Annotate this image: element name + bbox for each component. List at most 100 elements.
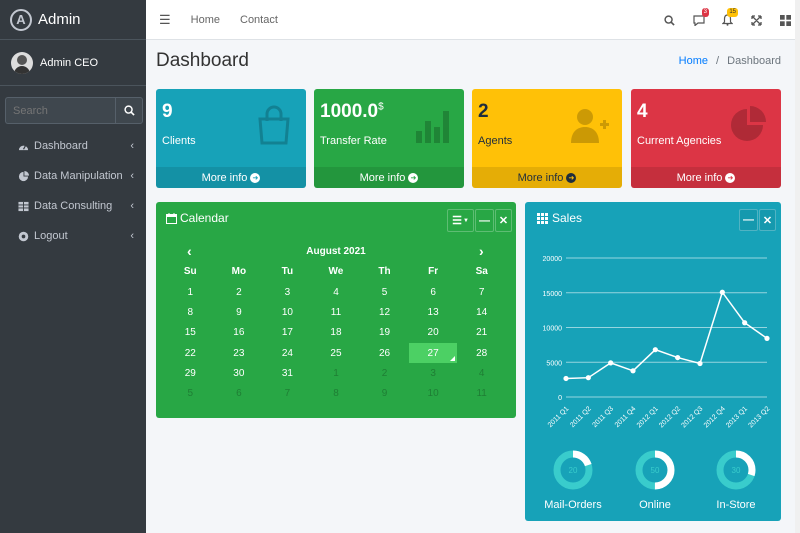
navbar-search-button[interactable] [655,10,684,30]
calendar-day[interactable]: 3 [409,363,458,383]
calendar-day[interactable]: 21 [457,323,506,343]
x-tick-label: 2011 Q3 [592,405,616,429]
fullscreen-button[interactable] [742,10,771,30]
sales-remove-button[interactable]: ✕ [759,209,776,231]
calendar-day[interactable]: 22 [166,343,215,363]
calendar-day[interactable]: 3 [263,282,312,302]
data-point [563,375,569,382]
breadcrumb-home[interactable]: Home [679,55,708,67]
calendar-day[interactable]: 10 [409,383,458,403]
calendar-day[interactable]: 6 [215,383,264,403]
pie-chart-icon [18,170,29,181]
calendar-day[interactable]: 9 [215,302,264,322]
calendar-day[interactable]: 12 [360,302,409,322]
calendar-day[interactable]: 2 [360,363,409,383]
notifications-button[interactable]: 15 [713,8,742,30]
calendar-day[interactable]: 25 [312,343,361,363]
collapse-button[interactable]: — [475,209,494,232]
sidebar-item-logout[interactable]: Logout ‹ [0,221,146,251]
calendar-day[interactable]: 11 [312,302,361,322]
data-point [630,368,636,374]
calendar-day[interactable]: 29 [166,363,215,383]
user-plus-icon [571,109,609,143]
data-point [742,320,748,326]
user-name: Admin CEO [40,56,99,69]
search-input[interactable] [5,97,115,124]
sidebar-item-data-manipulation[interactable]: Data Manipulation ‹ [0,161,146,191]
donut-knob[interactable]: 50 [635,450,675,490]
calendar-day[interactable]: 10 [263,302,312,322]
calendar-day[interactable]: 11 [457,383,506,403]
calendar-day[interactable]: 31 [263,363,312,383]
more-info-link[interactable]: More info ➜ [472,167,622,188]
data-point [652,347,658,353]
calendar-day[interactable]: 4 [312,282,361,302]
brand-name: Admin [38,11,81,28]
user-panel[interactable]: Admin CEO [0,40,146,86]
x-tick-label: 2013 Q1 [725,405,749,429]
hamburger-menu-icon[interactable]: ☰ [159,12,171,28]
today-marker [450,356,456,362]
brand[interactable]: A Admin [0,0,146,40]
donut-label: Online [639,499,671,511]
calendar-day[interactable]: 1 [166,282,215,302]
chevron-left-icon: ‹ [130,170,134,182]
scrollbar[interactable] [795,0,800,533]
calendar-day[interactable]: 4 [457,363,506,383]
calendar-day[interactable]: 7 [263,383,312,403]
calendar-day[interactable]: 8 [312,383,361,403]
arrow-circle-right-icon: ➜ [566,172,577,183]
donut-value: 30 [732,466,741,475]
small-box-agents: 2 Agents More info ➜ [472,89,622,188]
calendar-day[interactable]: 27 [408,342,458,364]
calendar-day[interactable]: 15 [166,323,215,343]
calendar-day[interactable]: 6 [409,282,458,302]
nav-link-contact[interactable]: Contact [240,14,278,26]
calendar-day[interactable]: 14 [457,302,506,322]
nav-link-home[interactable]: Home [191,14,220,26]
calendar-day[interactable]: 20 [409,323,458,343]
calendar-day[interactable]: 28 [457,343,506,363]
calendar-day[interactable]: 2 [215,282,264,302]
more-info-link[interactable]: More info ➜ [156,167,306,188]
calendar-week: 15 16 17 18 19 20 21 [166,323,506,343]
calendar-day[interactable]: 30 [215,363,264,383]
more-info-link[interactable]: More info ➜ [314,167,464,188]
sales-collapse-button[interactable]: — [739,209,758,231]
calendar-day[interactable]: 9 [360,383,409,403]
calendar-day[interactable]: 24 [263,343,312,363]
calendar-day[interactable]: 17 [263,323,312,343]
calendar-day[interactable]: 5 [360,282,409,302]
sidebar-item-data-consulting[interactable]: Data Consulting ‹ [0,191,146,221]
chevron-right-icon: › [479,243,484,259]
top-navbar: ☰ Home Contact 3 15 [146,0,800,40]
dashboard-icon [18,144,29,150]
donut-knob[interactable]: 30 [716,450,756,490]
calendar-day[interactable]: 16 [215,323,264,343]
calendar-menu-button[interactable]: ☰ ▼ [447,209,474,232]
calendar-day[interactable]: 8 [166,302,215,322]
calendar-day[interactable]: 26 [360,343,409,363]
calendar-day[interactable]: 1 [312,363,361,383]
x-tick-label: 2012 Q2 [658,405,682,429]
remove-button[interactable]: ✕ [495,209,512,232]
sales-line [565,290,768,380]
search-button[interactable] [115,97,143,124]
messages-button[interactable]: 3 [684,8,713,30]
calendar-day[interactable]: 19 [360,323,409,343]
chevron-left-icon: ‹ [130,230,134,242]
donut-knob[interactable]: 20 [553,450,593,490]
more-info-link[interactable]: More info ➜ [631,167,781,188]
calendar-day[interactable]: 18 [312,323,361,343]
calendar-day[interactable]: 23 [215,343,264,363]
data-point [719,289,725,295]
calendar-day[interactable]: 13 [409,302,458,322]
small-box-value: 9 [162,101,173,122]
arrow-circle-right-icon: ➜ [408,172,419,183]
table-icon [18,201,29,211]
calendar-day[interactable]: 7 [457,282,506,302]
data-point [675,354,681,361]
next-month-button[interactable]: › [479,243,484,259]
calendar-day[interactable]: 5 [166,383,215,403]
sidebar-item-dashboard[interactable]: Dashboard ‹ [0,131,146,161]
